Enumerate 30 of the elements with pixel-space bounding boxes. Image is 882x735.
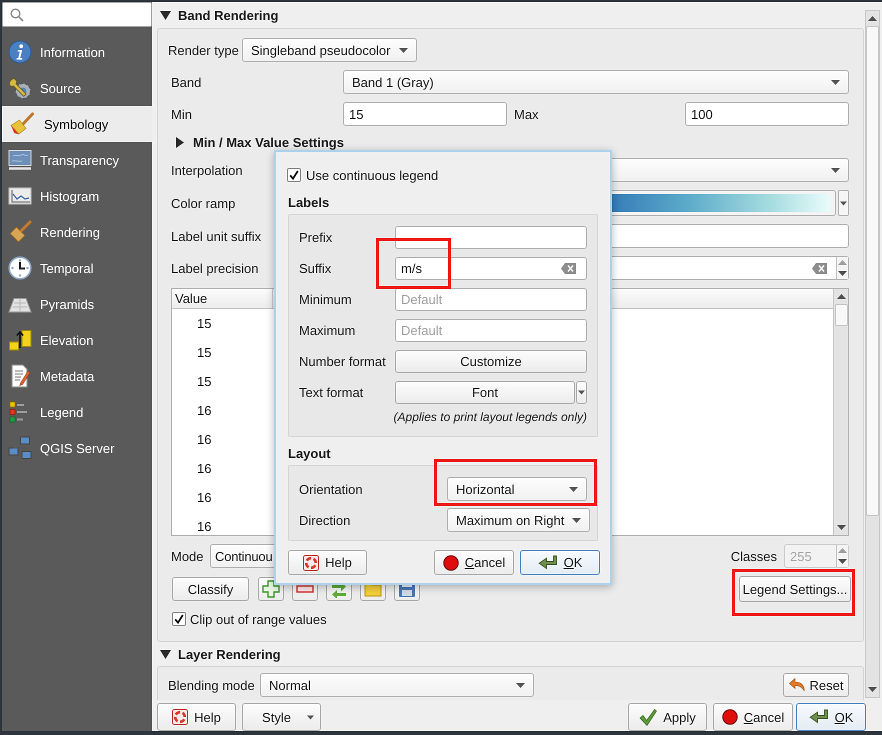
field-label: Color ramp (171, 196, 236, 210)
table-cell-text: 16 (196, 403, 212, 418)
field-label: Label precision (171, 260, 258, 276)
field-label: Interpolation (171, 162, 243, 178)
field-label: Min (171, 106, 192, 122)
field-label: Mode (171, 548, 205, 564)
field-label: Direction (299, 512, 350, 528)
field-label: Maximum (299, 323, 356, 338)
field-label: Text format (299, 385, 364, 400)
field-label: Label unit suffix (171, 228, 262, 244)
field-label: Band (171, 74, 202, 90)
table-cell-text: 15 (196, 345, 212, 360)
field-label: Classes (730, 548, 777, 564)
group-title: Layout (288, 447, 331, 461)
field-label: Max (514, 106, 539, 122)
field-label: Minimum (299, 292, 352, 307)
field-label: Prefix (299, 230, 332, 245)
field-label: Render type (168, 42, 240, 58)
table-cell-text: 15 (196, 316, 212, 331)
table-cell-text: 16 (196, 490, 212, 505)
field-label: Blending mode (168, 678, 256, 692)
table-cell-text: 16 (196, 432, 212, 447)
field-label: Suffix (299, 261, 332, 276)
field-label: Number format (299, 354, 386, 369)
table-cell-text: 16 (196, 461, 212, 476)
note-text: (Applies to print layout legends only) (394, 410, 587, 424)
field-label: Orientation (299, 482, 363, 496)
table-cell-text: 15 (196, 374, 212, 389)
table-cell-text: 16 (196, 519, 212, 534)
group-title: Labels (288, 196, 330, 210)
